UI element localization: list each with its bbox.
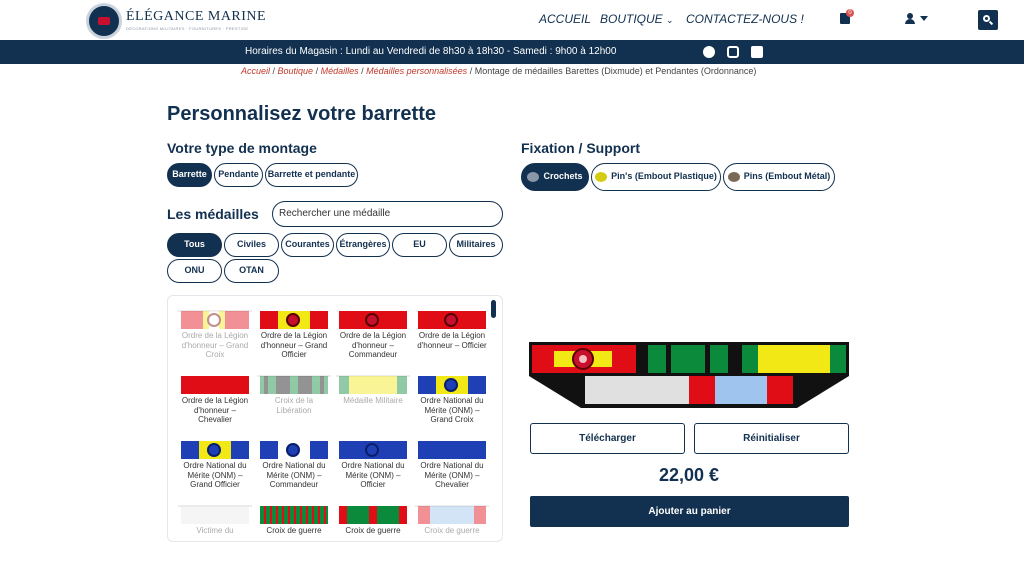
ribbon-swatch [418, 311, 486, 329]
ribbon-swatch [181, 311, 249, 329]
pin-plastic-icon [595, 171, 608, 182]
ribbon-swatch [260, 311, 328, 329]
mount-type-heading: Votre type de montage [167, 140, 317, 156]
ribbon-swatch [260, 441, 328, 459]
account-caret-icon[interactable] [920, 16, 928, 21]
fixation-pins-plastique-button[interactable]: Pin's (Embout Plastique) [591, 163, 721, 191]
filter-tous[interactable]: Tous [167, 233, 222, 257]
brand-name[interactable]: ÉLÉGANCE MARINE [126, 9, 266, 25]
filter-civiles[interactable]: Civiles [224, 233, 279, 257]
fixation-pins-metal-button[interactable]: Pins (Embout Métal) [723, 163, 835, 191]
ribbon-swatch [339, 376, 407, 394]
nav-boutique[interactable]: BOUTIQUE ⌄ [600, 12, 674, 26]
add-to-cart-button[interactable]: Ajouter au panier [530, 496, 849, 527]
mount-barrette-button[interactable]: Barrette [167, 163, 212, 187]
breadcrumb: Accueil / Boutique / Médailles / Médaill… [241, 66, 757, 76]
fixation-crochets-button[interactable]: Crochets [521, 163, 589, 191]
ribbon-swatch [418, 506, 486, 524]
search-button[interactable] [978, 10, 998, 30]
reset-button[interactable]: Réinitialiser [694, 423, 849, 454]
download-button[interactable]: Télécharger [530, 423, 685, 454]
ribbon-swatch [339, 311, 407, 329]
ribbon-swatch [418, 376, 486, 394]
breadcrumb-medailles[interactable]: Médailles [321, 66, 359, 76]
filter-etrangeres[interactable]: Étrangères [336, 233, 390, 257]
medal-search-input[interactable]: Rechercher une médaille [272, 201, 503, 227]
filter-otan[interactable]: OTAN [224, 259, 279, 283]
nav-boutique-label: BOUTIQUE [600, 12, 663, 26]
instagram-icon[interactable] [727, 46, 739, 58]
account-icon[interactable] [904, 13, 916, 25]
mount-barrette-pendante-button[interactable]: Barrette et pendante [265, 163, 358, 187]
medals-heading: Les médailles [167, 206, 259, 222]
ribbon-swatch [260, 376, 328, 394]
breadcrumb-medailles-personnalisees[interactable]: Médailles personnalisées [366, 66, 467, 76]
filter-militaires[interactable]: Militaires [449, 233, 503, 257]
site-header: ÉLÉGANCE MARINE DÉCORATIONS MILITAIRES ·… [0, 0, 1024, 40]
preview-ribbon-victime [585, 376, 689, 404]
ribbon-swatch [260, 506, 328, 524]
pin-metal-icon [727, 171, 740, 182]
breadcrumb-boutique[interactable]: Boutique [278, 66, 314, 76]
chevron-down-icon: ⌄ [666, 15, 674, 25]
info-bar: Horaires du Magasin : Lundi au Vendredi … [0, 40, 1024, 64]
nav-accueil[interactable]: ACCUEIL [539, 12, 591, 26]
ribbon-swatch [181, 441, 249, 459]
crochet-icon [527, 171, 540, 182]
ribbon-swatch [339, 506, 407, 524]
mount-pendante-button[interactable]: Pendante [214, 163, 263, 187]
brand-logo[interactable] [86, 3, 122, 39]
filter-courantes[interactable]: Courantes [281, 233, 334, 257]
medal-grid-scrollbar[interactable] [491, 300, 496, 318]
cart-count-badge: 0 [846, 9, 854, 17]
price: 22,00 € [658, 465, 720, 485]
brand-tagline: DÉCORATIONS MILITAIRES · FOURNITURES · P… [126, 26, 249, 31]
filter-eu[interactable]: EU [392, 233, 447, 257]
medal-grid: Ordre de la Légion d'honneur – Grand Cro… [167, 295, 503, 542]
page-title: Personnalisez votre barrette [167, 103, 436, 125]
ribbon-swatch [418, 441, 486, 459]
ribbon-swatch [181, 506, 249, 524]
ribbon-swatch [181, 376, 249, 394]
phone-icon[interactable] [751, 46, 763, 58]
barrette-preview [529, 342, 849, 408]
filter-onu[interactable]: ONU [167, 259, 222, 283]
ribbon-swatch [339, 441, 407, 459]
nav-contact[interactable]: CONTACTEZ-NOUS ! [686, 12, 804, 26]
store-hours: Horaires du Magasin : Lundi au Vendredi … [245, 46, 617, 57]
fixation-heading: Fixation / Support [521, 140, 640, 156]
breadcrumb-accueil[interactable]: Accueil [241, 66, 270, 76]
breadcrumb-current: Montage de médailles Barettes (Dixmude) … [474, 66, 757, 76]
facebook-icon[interactable] [703, 46, 715, 58]
